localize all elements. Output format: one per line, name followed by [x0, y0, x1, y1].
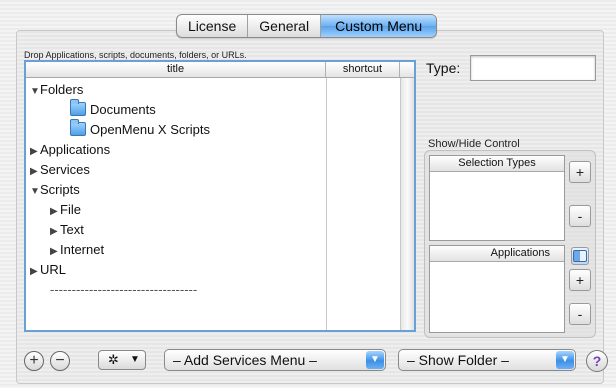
disclosure-collapsed-icon[interactable]: ▶	[30, 262, 40, 282]
action-menu-button[interactable]: ✲ ▼	[98, 350, 146, 370]
outline-row-label: Text	[60, 222, 84, 237]
add-selection-type-button[interactable]: +	[569, 161, 591, 183]
outline-row-label: URL	[40, 262, 67, 277]
outline-row-label: ----------------------------------	[50, 282, 198, 297]
outline-row[interactable]: ▼Folders	[26, 80, 326, 100]
outline-row[interactable]: ▶ Applications	[26, 140, 326, 160]
outline-row[interactable]: ▶ Internet	[26, 240, 326, 260]
add-services-menu-popup[interactable]: – Add Services Menu – ▼	[164, 349, 386, 371]
applications-header[interactable]: Applications	[430, 246, 564, 262]
outline-row-label: Services	[40, 162, 90, 177]
disclosure-collapsed-icon[interactable]: ▶	[30, 142, 40, 162]
gear-icon: ✲	[108, 352, 119, 367]
folder-icon	[70, 99, 86, 116]
chevron-down-icon: ▼	[130, 354, 140, 365]
tab-custom-menu[interactable]: Custom Menu	[321, 15, 437, 37]
outline-row[interactable]: ▶ File	[26, 200, 326, 220]
outline-row[interactable]: ▶ Services	[26, 160, 326, 180]
tab-general[interactable]: General	[248, 15, 322, 37]
disclosure-collapsed-icon[interactable]: ▶	[50, 202, 60, 222]
disclosure-expanded-icon[interactable]: ▼	[30, 182, 40, 202]
disclosure-collapsed-icon[interactable]: ▶	[30, 162, 40, 182]
help-button[interactable]: ?	[586, 350, 608, 372]
add-services-menu-label: – Add Services Menu –	[173, 352, 317, 368]
tab-license[interactable]: License	[177, 15, 249, 37]
outline-row[interactable]: ----------------------------------	[26, 280, 326, 300]
finder-button[interactable]	[571, 247, 589, 265]
disclosure-expanded-icon[interactable]: ▼	[30, 82, 40, 102]
column-divider	[326, 78, 327, 330]
remove-selection-type-button[interactable]: -	[569, 205, 591, 227]
outline-row-label: Internet	[60, 242, 105, 257]
show-hide-box: Selection Types + - Applications + -	[424, 150, 596, 338]
popup-arrow-icon: ▼	[556, 351, 574, 369]
folder-icon	[70, 119, 86, 136]
add-item-button[interactable]: +	[24, 351, 44, 371]
outline-row[interactable]: Documents	[26, 99, 326, 120]
remove-item-button[interactable]: −	[50, 351, 70, 371]
outline-row-label: Documents	[90, 102, 156, 117]
finder-icon	[573, 250, 587, 262]
column-header-title[interactable]: title	[26, 62, 326, 77]
outline-row-label: File	[60, 202, 81, 217]
add-application-button[interactable]: +	[569, 269, 591, 291]
outline-row[interactable]: ▼Scripts	[26, 180, 326, 200]
outline-row-label: Applications	[40, 142, 111, 157]
disclosure-collapsed-icon[interactable]: ▶	[50, 242, 60, 262]
type-field[interactable]	[470, 55, 596, 81]
show-folder-label: – Show Folder –	[407, 352, 509, 368]
outline-row-label: OpenMenu X Scripts	[90, 122, 210, 137]
outline-row[interactable]: OpenMenu X Scripts	[26, 119, 326, 140]
outline-row[interactable]: ▶ URL	[26, 260, 326, 280]
type-label: Type:	[426, 60, 461, 76]
outline-row-label: Scripts	[40, 182, 80, 197]
selection-types-list[interactable]: Selection Types	[429, 155, 565, 241]
vertical-scrollbar[interactable]	[400, 78, 414, 330]
tab-bar: License General Custom Menu	[176, 14, 438, 38]
outline-row-label: Folders	[40, 82, 84, 97]
column-header-shortcut[interactable]: shortcut	[326, 62, 400, 77]
disclosure-collapsed-icon[interactable]: ▶	[50, 222, 60, 242]
outline-header: title shortcut	[26, 62, 414, 78]
applications-list[interactable]: Applications	[429, 245, 565, 333]
show-hide-label: Show/Hide Control	[428, 138, 520, 150]
outline-row[interactable]: ▶ Text	[26, 220, 326, 240]
selection-types-header[interactable]: Selection Types	[430, 156, 564, 172]
show-folder-popup[interactable]: – Show Folder – ▼	[398, 349, 576, 371]
outline-rows: ▼Folders Documents OpenMenu X Scripts ▶ Appl…	[26, 80, 326, 300]
popup-arrow-icon: ▼	[366, 351, 384, 369]
remove-application-button[interactable]: -	[569, 303, 591, 325]
menu-outline-view[interactable]: title shortcut ▼Folders Documents OpenMenu…	[24, 60, 416, 332]
drop-hint-label: Drop Applications, scripts, documents, f…	[24, 50, 247, 60]
